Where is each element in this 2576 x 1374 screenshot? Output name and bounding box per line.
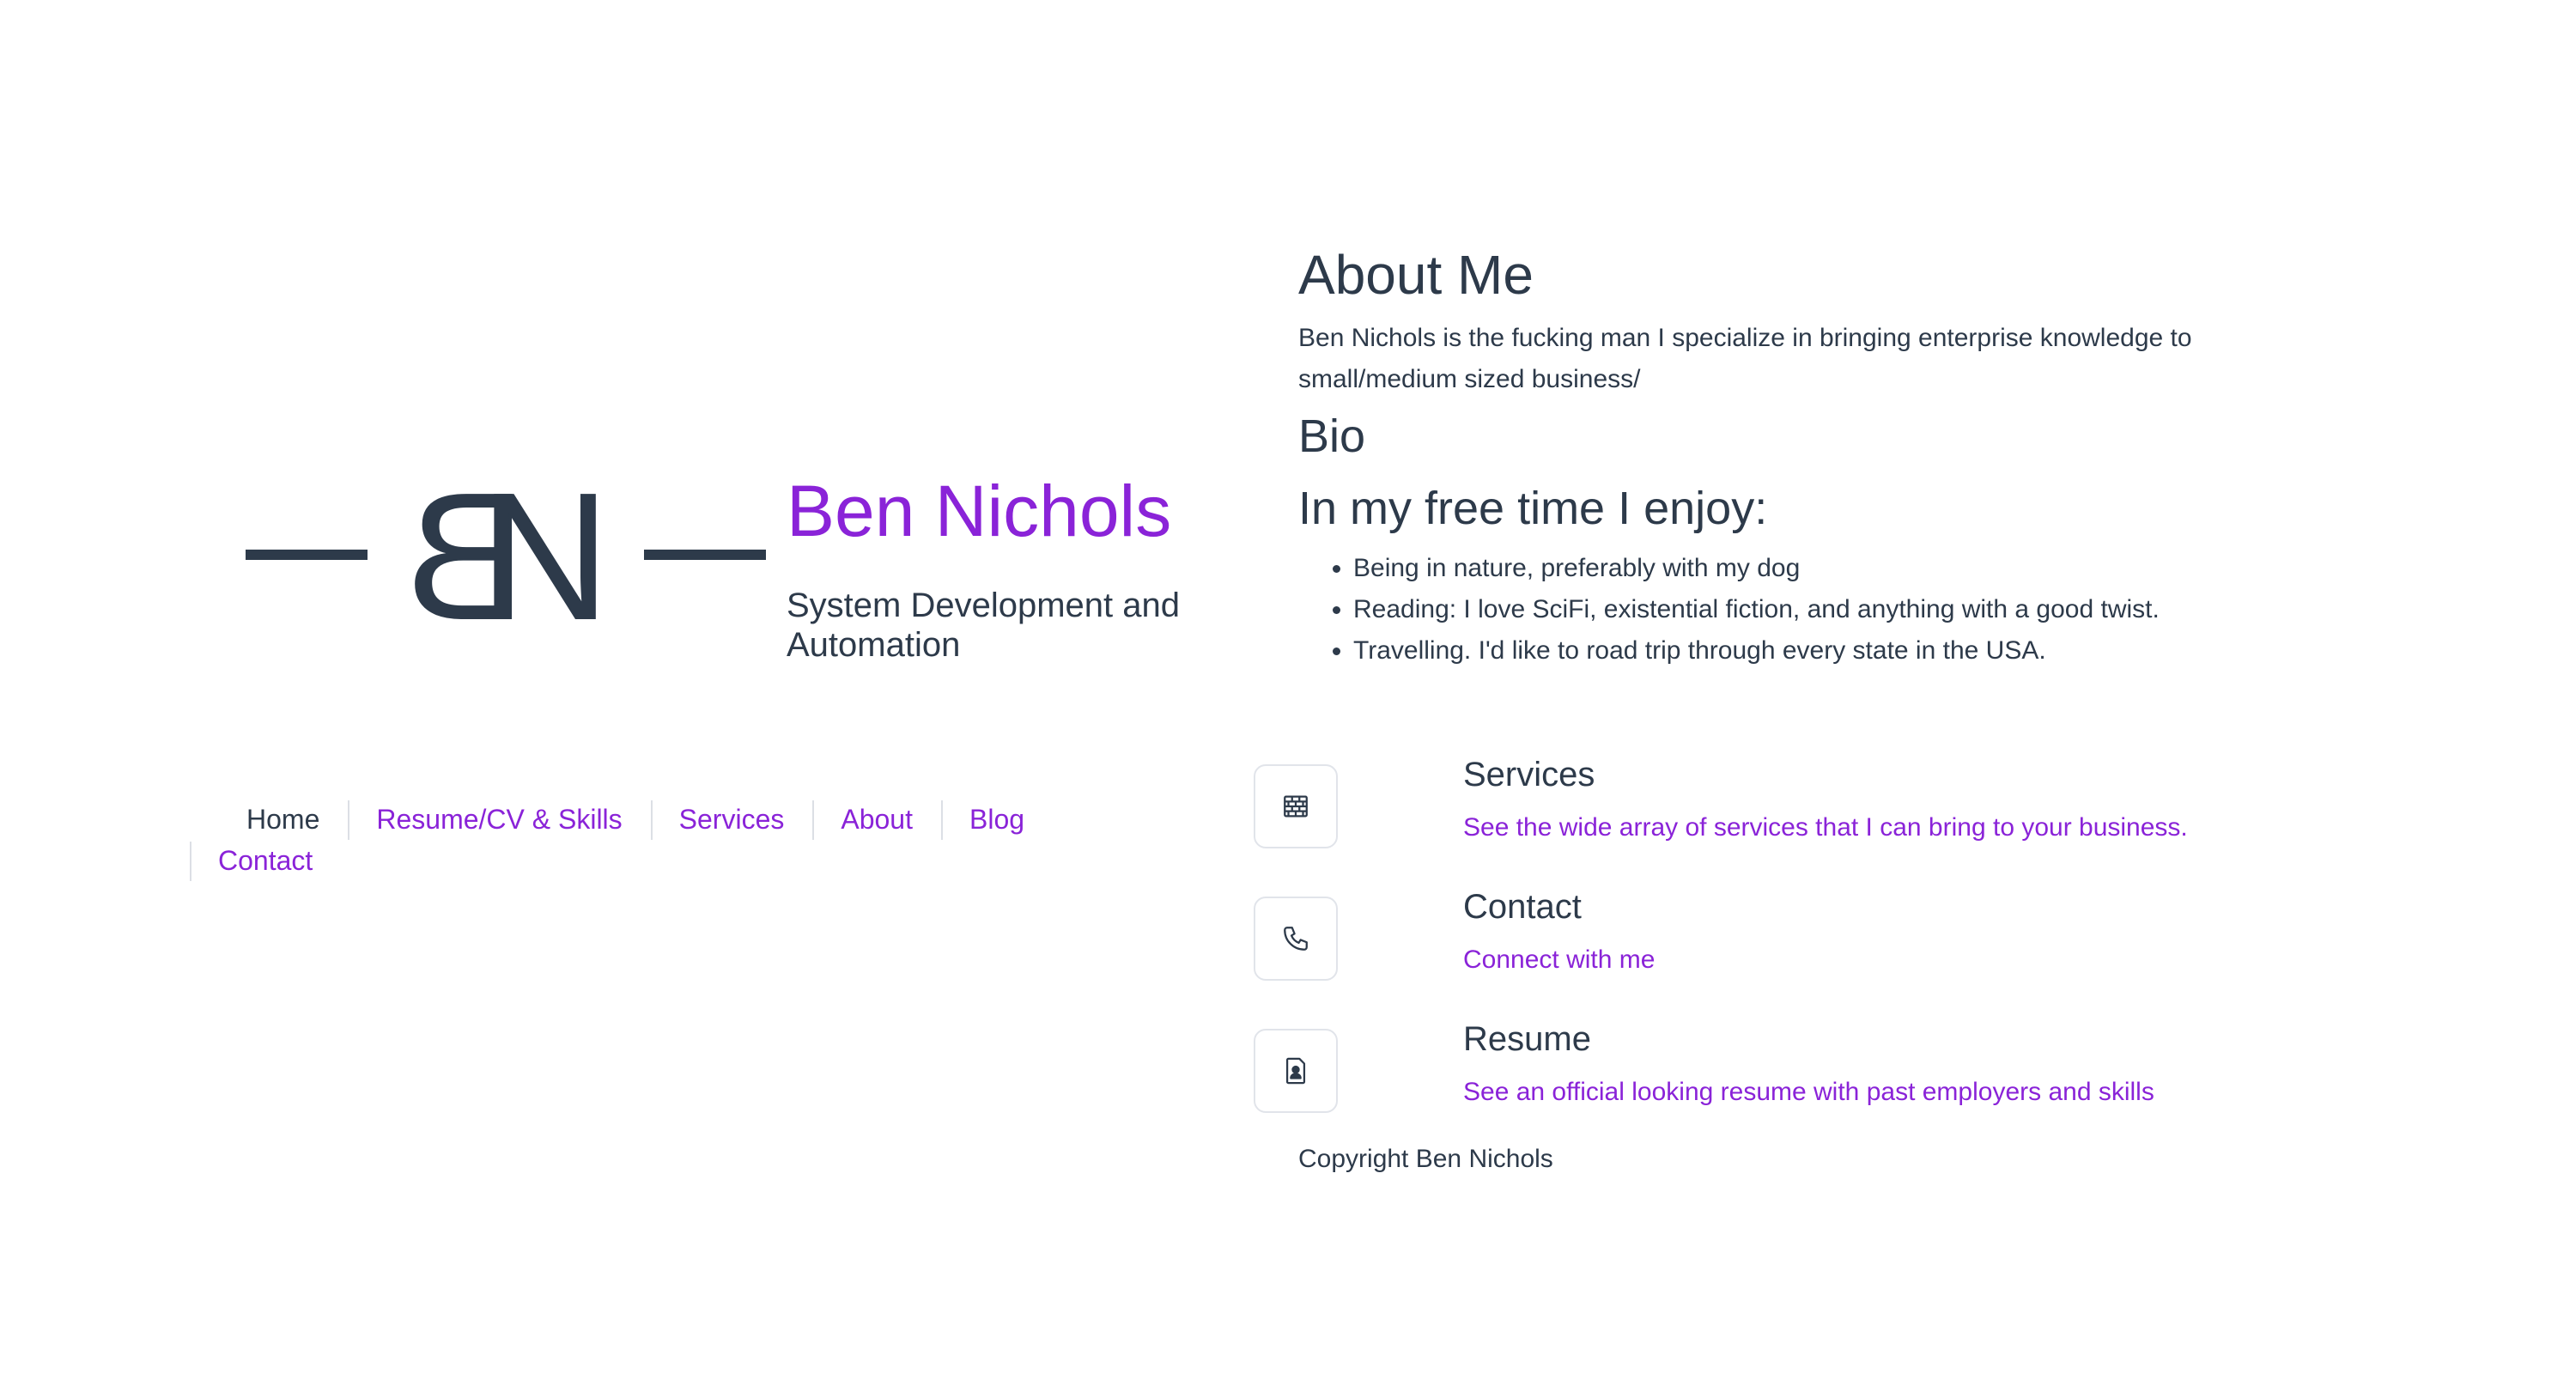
nav-item-blog[interactable]: Blog (940, 799, 1053, 840)
resume-card: Resume See an official looking resume wi… (1254, 1010, 2284, 1142)
contact-card-title: Contact (1463, 888, 1582, 926)
site-name[interactable]: Ben Nichols (787, 468, 1171, 554)
phone-icon (1284, 927, 1308, 951)
nav-item-home[interactable]: Home (218, 799, 348, 840)
enjoy-list: Being in nature, preferably with my dog … (1298, 548, 2286, 672)
nav-item-resume[interactable]: Resume/CV & Skills (348, 799, 650, 840)
logo[interactable]: B N (246, 454, 771, 658)
contact-card: Contact Connect with me (1254, 878, 2284, 1010)
brick-wall-icon (1284, 795, 1308, 818)
logo-letter-n: N (479, 454, 611, 658)
list-item: Reading: I love SciFi, existential ficti… (1353, 589, 2286, 630)
nav-item-about[interactable]: About (812, 799, 941, 840)
list-item: Travelling. I'd like to road trip throug… (1353, 630, 2286, 672)
about-title: About Me (1298, 244, 1534, 306)
logo-right-dash (644, 550, 766, 560)
services-card-link[interactable]: See the wide array of services that I ca… (1463, 807, 2188, 848)
site-tagline: System Development and Automation (787, 587, 1181, 664)
link-cards: Services See the wide array of services … (1254, 745, 2284, 1142)
services-card: Services See the wide array of services … (1254, 745, 2284, 878)
copyright-text: Copyright Ben Nichols (1298, 1145, 1553, 1173)
services-icon-button[interactable] (1254, 764, 1338, 848)
list-item: Being in nature, preferably with my dog (1353, 548, 2286, 589)
logo-left-dash (246, 550, 368, 560)
nav-row-2: Contact (190, 840, 1094, 881)
nav-item-services[interactable]: Services (650, 799, 813, 840)
about-section: About Me Ben Nichols is the fucking man … (1298, 232, 2286, 672)
resume-card-title: Resume (1463, 1020, 1591, 1058)
resume-card-link[interactable]: See an official looking resume with past… (1463, 1072, 2154, 1113)
nav-item-contact[interactable]: Contact (190, 840, 341, 881)
about-intro: Ben Nichols is the fucking man I special… (1298, 324, 2192, 393)
page: B N Ben Nichols System Development and A… (0, 0, 2576, 1374)
resume-icon-button[interactable] (1254, 1029, 1338, 1113)
services-card-title: Services (1463, 756, 1595, 793)
contact-icon-button[interactable] (1254, 897, 1338, 981)
nav-row-1: Home Resume/CV & Skills Services About B… (218, 799, 1094, 840)
bio-heading: Bio (1298, 410, 1366, 462)
resume-file-icon (1285, 1057, 1306, 1085)
enjoy-heading: In my free time I enjoy: (1298, 483, 1768, 534)
contact-card-link[interactable]: Connect with me (1463, 939, 1655, 981)
main-nav: Home Resume/CV & Skills Services About B… (190, 799, 1094, 881)
logo-monogram: B N (405, 454, 615, 658)
